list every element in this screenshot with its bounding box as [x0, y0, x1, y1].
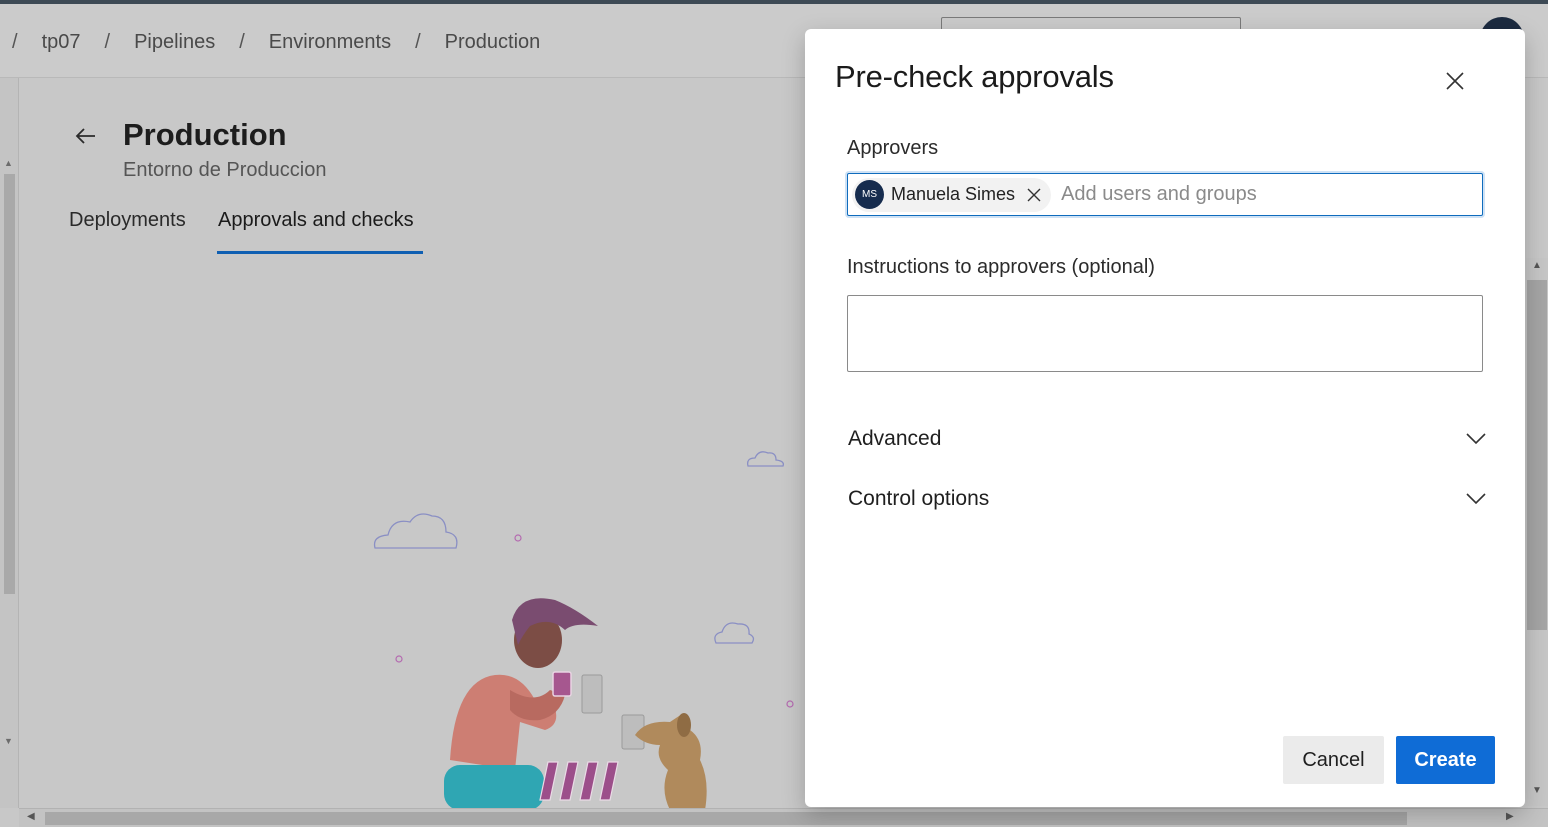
advanced-section-toggle[interactable]: Advanced: [848, 421, 1486, 457]
control-options-section-toggle[interactable]: Control options: [848, 481, 1486, 517]
scrollbar-thumb[interactable]: [4, 174, 15, 594]
scroll-right-arrow-icon[interactable]: ▶: [1506, 811, 1514, 822]
right-scrollbar[interactable]: ▲ ▼: [1526, 258, 1548, 806]
scroll-left-arrow-icon[interactable]: ◀: [27, 811, 35, 822]
breadcrumb-separator: /: [239, 31, 245, 53]
empty-state-illustration: [373, 451, 794, 810]
selected-tab-indicator: [217, 251, 423, 254]
create-button[interactable]: Create: [1396, 736, 1495, 784]
bottom-scrollbar[interactable]: ◀ ▶: [19, 808, 1548, 827]
person-legs: [444, 765, 544, 810]
approvers-label: Approvers: [847, 137, 939, 159]
chevron-down-icon[interactable]: [1466, 489, 1486, 509]
breadcrumb-separator: /: [415, 31, 421, 53]
approvers-picker[interactable]: MS Manuela Simes: [847, 173, 1483, 216]
breadcrumb-separator: /: [12, 31, 18, 53]
card: [581, 674, 603, 714]
dog: [635, 714, 707, 810]
scrollbar-thumb[interactable]: [45, 812, 1407, 825]
scroll-down-arrow-icon[interactable]: ▼: [1532, 785, 1542, 796]
breadcrumb-item-production[interactable]: Production: [445, 31, 541, 54]
breadcrumb-item-pipelines[interactable]: Pipelines: [134, 31, 215, 54]
breadcrumb: / tp07 / Pipelines / Environments / Prod…: [12, 31, 564, 54]
page-title: Production: [123, 117, 287, 152]
instructions-textarea[interactable]: [847, 295, 1483, 372]
pre-check-approvals-dialog: Pre-check approvals Approvers MS Manuela…: [805, 29, 1525, 807]
add-users-input[interactable]: [1061, 183, 1442, 206]
left-scrollbar[interactable]: ▲ ▼: [0, 78, 19, 808]
instructions-label: Instructions to approvers (optional): [847, 256, 1155, 278]
card-house: [539, 761, 619, 801]
tab-approvals-and-checks[interactable]: Approvals and checks: [218, 209, 414, 232]
tab-deployments[interactable]: Deployments: [69, 209, 186, 232]
control-options-section-label: Control options: [848, 487, 990, 510]
dog-ear: [677, 713, 691, 737]
scrollbar-thumb[interactable]: [1527, 280, 1547, 630]
person-torso: [450, 674, 557, 770]
chevron-down-icon[interactable]: [1466, 429, 1486, 449]
breadcrumb-separator: /: [104, 31, 111, 53]
cloud: [714, 622, 755, 644]
arrow-left-icon[interactable]: [74, 124, 98, 155]
breadcrumb-item-project[interactable]: tp07: [42, 31, 81, 54]
cloud: [373, 513, 458, 549]
scroll-up-arrow-icon[interactable]: ▲: [1532, 260, 1542, 271]
avatar: MS: [855, 180, 884, 209]
remove-icon[interactable]: [1025, 186, 1043, 204]
breadcrumb-item-environments[interactable]: Environments: [269, 31, 391, 54]
card: [552, 671, 572, 697]
dot: [395, 655, 403, 663]
scroll-up-arrow-icon[interactable]: ▲: [4, 158, 13, 168]
dot: [514, 534, 522, 542]
advanced-section-label: Advanced: [848, 427, 942, 450]
dot: [786, 700, 794, 708]
close-icon[interactable]: [1441, 67, 1469, 95]
scroll-down-arrow-icon[interactable]: ▼: [4, 736, 13, 746]
dialog-title: Pre-check approvals: [835, 59, 1114, 94]
approver-name: Manuela Simes: [891, 184, 1016, 204]
approver-pill: MS Manuela Simes: [852, 177, 1052, 212]
cloud: [747, 451, 784, 467]
cancel-button[interactable]: Cancel: [1283, 736, 1384, 784]
page-subtitle: Entorno de Produccion: [123, 159, 327, 181]
